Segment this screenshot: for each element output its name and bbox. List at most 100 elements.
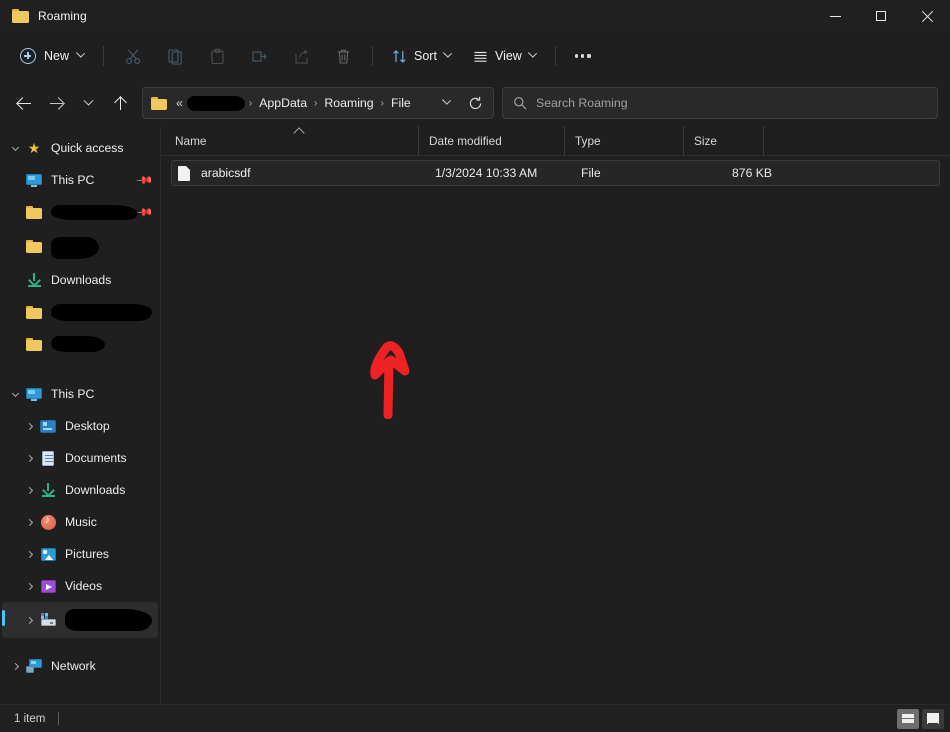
new-button-label: New xyxy=(44,49,70,63)
expand-toggle[interactable] xyxy=(6,662,24,670)
new-button[interactable]: New xyxy=(12,40,94,72)
toolbar-divider-3 xyxy=(554,46,556,66)
sidebar-item-this-pc-pinned[interactable]: This PC 📌 xyxy=(2,164,158,196)
sidebar-item-redacted-4[interactable] xyxy=(2,328,158,360)
column-header-name[interactable]: Name xyxy=(171,126,418,156)
window-title: Roaming xyxy=(38,9,87,23)
music-icon xyxy=(38,514,58,530)
expand-toggle[interactable] xyxy=(6,389,24,397)
file-size: 876 KB xyxy=(732,166,772,180)
close-button[interactable] xyxy=(904,0,950,32)
item-count: 1 item xyxy=(14,712,46,725)
paste-button[interactable] xyxy=(197,40,237,72)
expand-toggle[interactable] xyxy=(20,582,38,590)
expand-toggle[interactable] xyxy=(20,454,38,462)
maximize-icon xyxy=(876,11,886,21)
file-list-pane: Name Date modified Type Size arabicsdf 1… xyxy=(160,125,950,704)
pin-icon[interactable]: 📌 xyxy=(136,171,154,189)
large-icons-view-icon xyxy=(927,713,939,725)
recent-locations-button[interactable] xyxy=(72,87,104,119)
navigation-pane[interactable]: ★ Quick access This PC 📌 📌 Downloads Thi… xyxy=(0,126,160,704)
share-button[interactable] xyxy=(281,40,321,72)
chevron-right-icon xyxy=(25,422,33,430)
breadcrumb-item-appdata[interactable]: AppData xyxy=(254,93,312,113)
copy-button[interactable] xyxy=(155,40,195,72)
column-label-type: Type xyxy=(575,133,601,148)
network-drive-icon xyxy=(38,613,58,627)
sidebar-group-this-pc[interactable]: This PC xyxy=(2,378,158,410)
maximize-button[interactable] xyxy=(858,0,904,32)
expand-toggle[interactable] xyxy=(20,486,38,494)
expand-toggle[interactable] xyxy=(6,143,24,151)
sort-button[interactable]: Sort xyxy=(382,40,461,72)
breadcrumb-item-file[interactable]: File xyxy=(386,93,416,113)
view-button[interactable]: View xyxy=(463,40,546,72)
refresh-button[interactable] xyxy=(461,89,489,117)
back-button[interactable] xyxy=(8,87,40,119)
sidebar-item-network[interactable]: Network xyxy=(2,650,158,682)
status-divider xyxy=(58,712,60,725)
main-area: ★ Quick access This PC 📌 📌 Downloads Thi… xyxy=(0,125,950,704)
breadcrumb-overflow[interactable]: « xyxy=(173,93,185,113)
sidebar-label-documents: Documents xyxy=(65,451,127,465)
sidebar-item-downloads[interactable]: Downloads xyxy=(2,474,158,506)
file-list[interactable]: arabicsdf 1/3/2024 10:33 AM File 876 KB xyxy=(161,156,950,704)
redacted-label xyxy=(51,303,152,321)
sort-button-label: Sort xyxy=(414,49,437,63)
pin-icon[interactable]: 📌 xyxy=(136,203,154,221)
search-box[interactable]: Search Roaming xyxy=(502,87,938,119)
address-dropdown-button[interactable] xyxy=(433,90,459,116)
details-view-button[interactable] xyxy=(897,708,919,729)
sidebar-group-quick-access[interactable]: ★ Quick access xyxy=(2,132,158,164)
command-toolbar: New Sort View xyxy=(0,32,950,80)
sidebar-item-music[interactable]: Music xyxy=(2,506,158,538)
details-view-icon xyxy=(902,713,914,724)
folder-icon xyxy=(12,9,29,23)
sidebar-item-documents[interactable]: Documents xyxy=(2,442,158,474)
breadcrumb-item-roaming[interactable]: Roaming xyxy=(319,93,378,113)
sort-arrows-icon xyxy=(393,49,406,63)
rename-button[interactable] xyxy=(239,40,279,72)
column-header-type[interactable]: Type xyxy=(564,125,683,156)
address-bar[interactable]: « › AppData › Roaming › File xyxy=(142,87,494,119)
sidebar-item-downloads-pinned[interactable]: Downloads xyxy=(2,264,158,296)
pc-icon xyxy=(24,387,44,401)
up-button[interactable] xyxy=(104,87,136,119)
title-bar: Roaming xyxy=(0,0,950,32)
sidebar-item-pictures[interactable]: Pictures xyxy=(2,538,158,570)
expand-toggle[interactable] xyxy=(20,518,38,526)
minimize-button[interactable] xyxy=(812,0,858,32)
forward-button[interactable] xyxy=(40,87,72,119)
sidebar-item-videos[interactable]: Videos xyxy=(2,570,158,602)
sidebar-item-desktop[interactable]: Desktop xyxy=(2,410,158,442)
file-name: arabicsdf xyxy=(201,166,251,180)
cut-button[interactable] xyxy=(113,40,153,72)
table-row[interactable]: arabicsdf 1/3/2024 10:33 AM File 876 KB xyxy=(171,160,940,186)
sidebar-item-redacted-drive[interactable] xyxy=(2,602,158,638)
large-icons-view-button[interactable] xyxy=(922,708,944,729)
chevron-right-icon xyxy=(25,454,33,462)
arrow-right-icon xyxy=(49,96,64,111)
redacted-label xyxy=(51,336,105,352)
redacted-label xyxy=(51,236,99,259)
expand-toggle[interactable] xyxy=(20,422,38,430)
sidebar-item-redacted-3[interactable] xyxy=(2,296,158,328)
chevron-right-icon xyxy=(25,616,33,624)
sidebar-label-downloads: Downloads xyxy=(51,273,112,287)
column-header-date-modified[interactable]: Date modified xyxy=(418,125,564,156)
search-input[interactable]: Search Roaming xyxy=(536,96,628,110)
see-more-button[interactable] xyxy=(565,40,601,72)
file-type: File xyxy=(581,166,601,180)
chevron-right-icon xyxy=(11,662,19,670)
scissors-icon xyxy=(125,49,140,64)
expand-toggle[interactable] xyxy=(20,616,38,624)
view-lines-icon xyxy=(474,51,487,62)
column-header-size[interactable]: Size xyxy=(683,125,764,156)
folder-icon xyxy=(24,337,44,351)
sidebar-item-redacted-1[interactable]: 📌 xyxy=(2,196,158,228)
expand-toggle[interactable] xyxy=(20,550,38,558)
chevron-down-icon xyxy=(441,95,451,105)
delete-button[interactable] xyxy=(323,40,363,72)
breadcrumb-redacted-segment[interactable] xyxy=(186,95,245,111)
sidebar-item-redacted-2[interactable] xyxy=(2,228,158,264)
